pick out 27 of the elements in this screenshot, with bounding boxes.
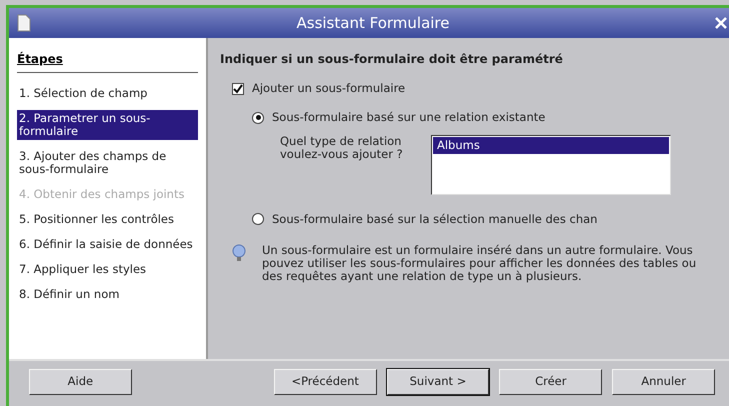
radio-button[interactable] (252, 112, 264, 124)
step-item[interactable]: 8. Définir un nom (17, 286, 198, 303)
step-item[interactable]: 5. Positionner les contrôles (17, 211, 198, 228)
dialog-button[interactable]: <Précédent (274, 369, 377, 395)
radio-label: Sous-formulaire basé sur une relation existante (272, 109, 546, 126)
dialog-button[interactable]: Aide (29, 369, 132, 395)
step-item[interactable]: 3. Ajouter des champs de sous-formulaire (17, 148, 198, 178)
checkbox[interactable] (232, 82, 244, 95)
checkbox-label: Ajouter un sous-formulaire (252, 80, 406, 97)
step-item[interactable]: 2. Parametrer un sous-formulaire (17, 110, 198, 140)
info-text: Un sous-formulaire est un formulaire inséré dans un autre formulaire. Vous pouvez utiliser les sous-formulaires pour afficher les données des tables ou des requêtes ayant une relation de type un à plusieurs. (262, 244, 698, 283)
close-icon[interactable] (715, 17, 727, 29)
info-bulb-icon (232, 244, 246, 262)
dialog-button[interactable]: Créer (499, 369, 602, 395)
document-icon (17, 14, 31, 32)
steps-title: Étapes (17, 50, 198, 73)
dialog-button[interactable]: Suivant > (386, 369, 490, 395)
relation-label: Quel type de relation voulez-vous ajouter ? (280, 134, 404, 162)
radio-button[interactable] (252, 213, 264, 226)
radio-label: Sous-formulaire basé sur la sélection manuelle des chan (272, 210, 598, 228)
dialog-button[interactable]: Annuler (612, 369, 715, 395)
section-heading: Indiquer si un sous-formulaire doit être paramétré (220, 51, 564, 68)
window-title: Assistant Formulaire (296, 12, 450, 34)
step-item[interactable]: 6. Définir la saisie de données (17, 236, 198, 253)
step-item[interactable]: 7. Appliquer les styles (17, 261, 198, 278)
list-item[interactable]: Albums (433, 136, 669, 154)
step-item[interactable]: 1. Sélection de champ (17, 85, 198, 102)
